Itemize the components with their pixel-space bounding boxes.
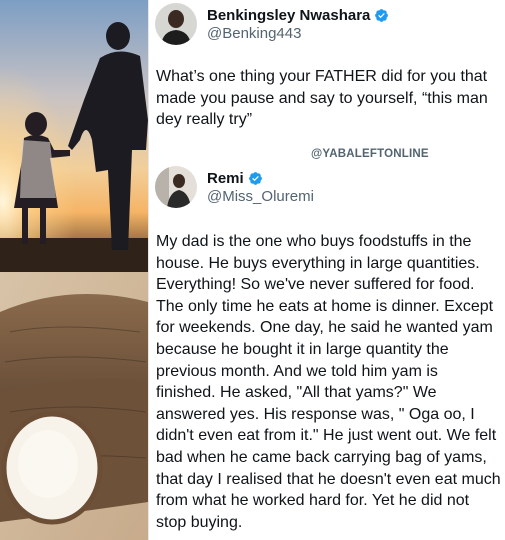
tweet-column: Benkingsley Nwashara @Benking443 What’s … bbox=[149, 0, 505, 540]
avatar[interactable] bbox=[155, 3, 197, 45]
handle[interactable]: @Miss_Oluremi bbox=[207, 188, 314, 205]
avatar[interactable] bbox=[155, 166, 197, 208]
original-post-text: What’s one thing your FATHER did for you… bbox=[156, 68, 488, 128]
handle[interactable]: @Benking443 bbox=[207, 25, 389, 42]
watermark: @YABALEFTONLINE bbox=[311, 148, 429, 160]
reply-post-text: My dad is the one who buys foodstuffs in… bbox=[156, 233, 501, 531]
verified-badge-icon bbox=[248, 171, 263, 186]
reply-post-header: Remi @Miss_Oluremi bbox=[155, 164, 314, 210]
verified-badge-icon bbox=[374, 8, 389, 23]
photo-column bbox=[0, 0, 148, 540]
sunset-father-daughter-photo bbox=[0, 0, 148, 272]
display-name[interactable]: Benkingsley Nwashara bbox=[207, 7, 370, 24]
yam-tubers-photo bbox=[0, 272, 148, 540]
display-name[interactable]: Remi bbox=[207, 170, 244, 187]
original-post-header: Benkingsley Nwashara @Benking443 bbox=[155, 2, 389, 46]
